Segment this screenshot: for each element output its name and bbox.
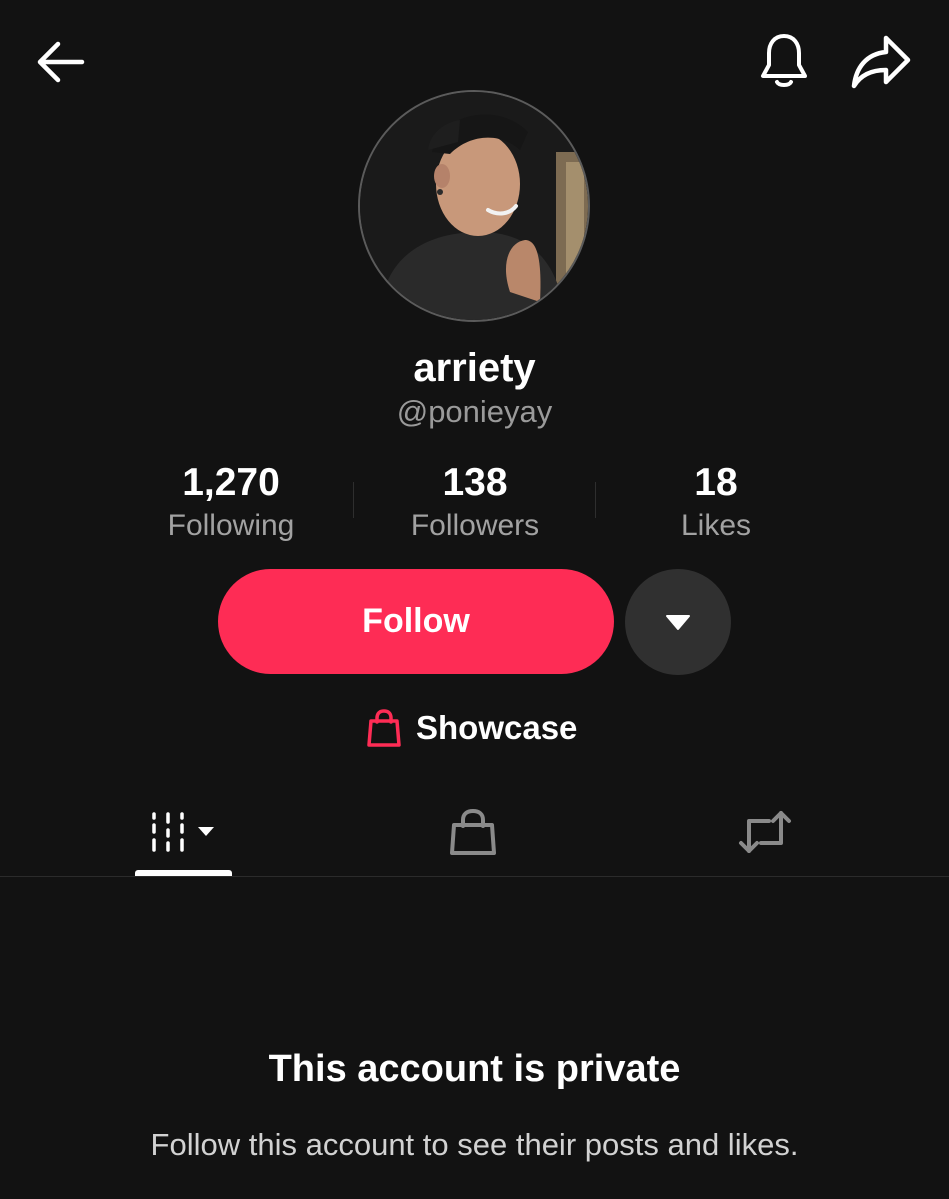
follow-button[interactable]: Follow [218, 569, 614, 674]
tabs-divider [0, 876, 949, 877]
shopping-bag-icon [367, 709, 401, 747]
tab-reposts[interactable] [716, 790, 813, 874]
repost-icon [738, 811, 791, 853]
grid-columns-icon [151, 812, 214, 852]
more-options-button[interactable] [625, 569, 731, 675]
showcase-link[interactable]: Showcase [366, 704, 577, 752]
showcase-label: Showcase [416, 709, 578, 746]
stat-followers[interactable]: 138 Followers [355, 458, 595, 544]
bell-icon [761, 34, 807, 87]
private-account-title: This account is private [268, 1048, 681, 1090]
stat-following[interactable]: 1,270 Following [111, 458, 351, 544]
caret-down-icon [666, 615, 690, 630]
stat-value: 1,270 [182, 461, 280, 504]
stat-value: 18 [694, 461, 738, 504]
back-button[interactable] [30, 34, 94, 90]
notification-bell-button[interactable] [752, 28, 816, 92]
share-arrow-icon [851, 35, 911, 89]
tab-posts[interactable] [135, 790, 232, 874]
username: @ponieyay [396, 394, 553, 429]
stat-label: Following [167, 509, 295, 542]
private-account-subtitle: Follow this account to see their posts a… [150, 1127, 799, 1162]
shopping-bag-icon [449, 808, 496, 855]
stat-label: Followers [410, 509, 540, 542]
share-button[interactable] [848, 30, 916, 92]
stat-likes: 18 Likes [596, 458, 836, 544]
tab-shop[interactable] [424, 790, 521, 874]
stat-divider [353, 482, 354, 518]
stat-label: Likes [680, 509, 752, 542]
display-name: arriety [413, 346, 536, 390]
profile-photo [360, 92, 588, 320]
avatar[interactable] [358, 90, 590, 322]
stat-value: 138 [442, 461, 508, 504]
arrow-left-icon [37, 41, 85, 83]
